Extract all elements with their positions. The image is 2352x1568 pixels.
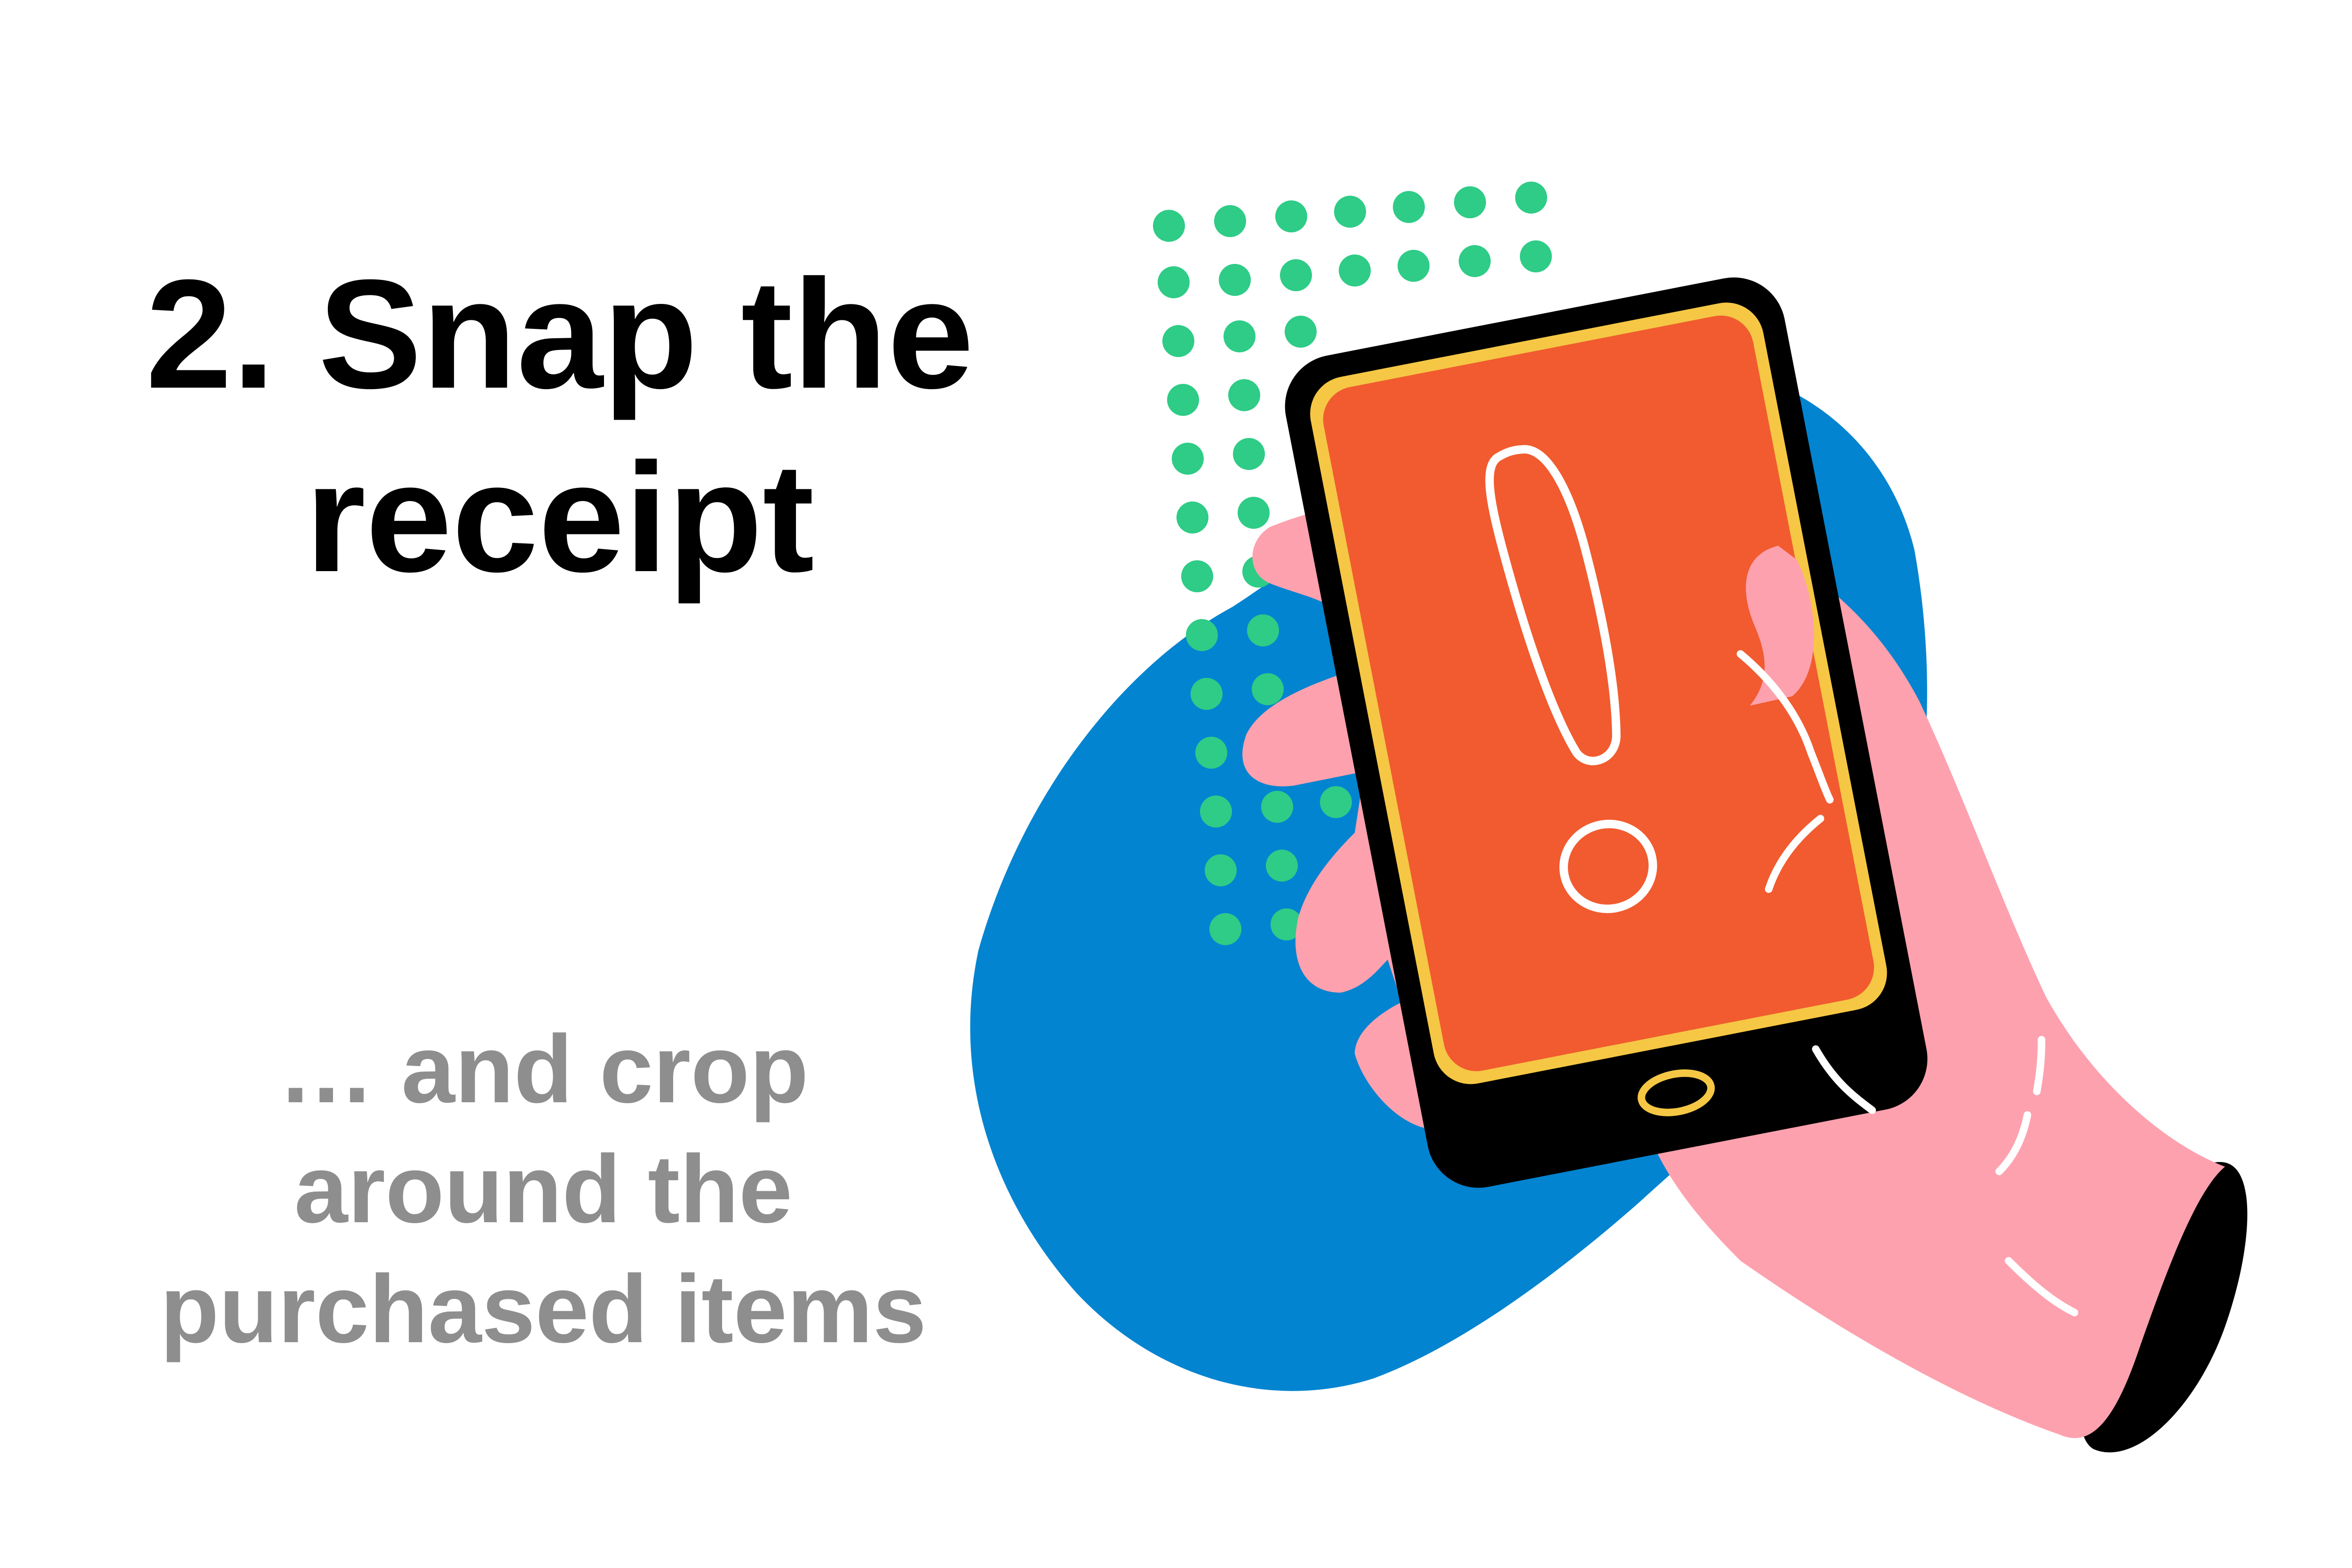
hand-holding-phone-alert-icon	[970, 182, 2248, 1453]
